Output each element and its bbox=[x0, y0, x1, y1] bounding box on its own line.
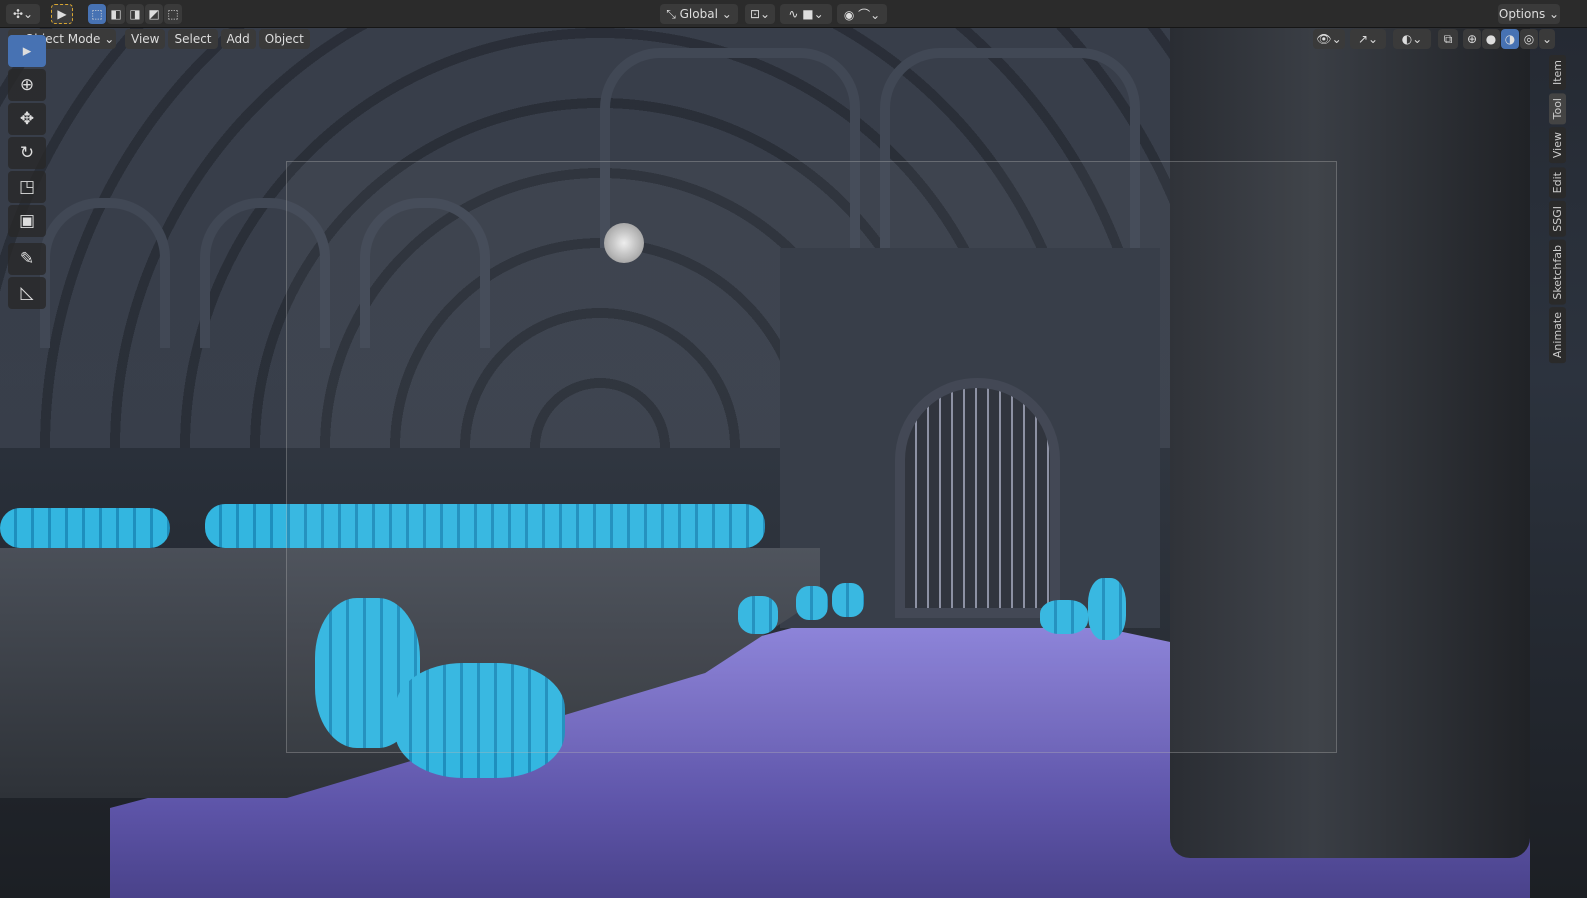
camera-frame bbox=[286, 161, 1337, 753]
gizmo-toggle-icon[interactable]: ↗⌄ bbox=[1350, 29, 1386, 49]
tool-shelf: ▸ ⊕ ✥ ↻ ◳ ▣ ✎ ◺ bbox=[8, 35, 48, 311]
tab-item[interactable]: Item bbox=[1549, 55, 1566, 91]
transform-tool[interactable]: ▣ bbox=[8, 205, 46, 237]
solid-shading-icon[interactable]: ● bbox=[1482, 29, 1500, 49]
scene-barrel-row bbox=[0, 508, 170, 548]
pivot-point-dropdown[interactable]: ⊡⌄ bbox=[745, 4, 775, 24]
proportional-editing-toggle[interactable]: ◉ ⌒⌄ bbox=[837, 4, 887, 24]
cursor-tool[interactable]: ⊕ bbox=[8, 69, 46, 101]
select-box-tool[interactable]: ▸ bbox=[8, 35, 46, 67]
scene-arch bbox=[40, 198, 170, 348]
mode-subtract-selection-icon[interactable]: ◨ bbox=[126, 4, 144, 24]
rotate-tool[interactable]: ↻ bbox=[8, 137, 46, 169]
menu-select[interactable]: Select bbox=[168, 29, 218, 49]
rendered-shading-icon[interactable]: ◎ bbox=[1520, 29, 1538, 49]
tab-ssgi[interactable]: SSGI bbox=[1549, 200, 1566, 237]
options-dropdown[interactable]: Options ⌄ bbox=[1498, 4, 1560, 24]
tab-animate[interactable]: Animate bbox=[1549, 307, 1566, 364]
tab-view[interactable]: View bbox=[1549, 127, 1566, 164]
viewport-header: ▣ Object Mode ⌄ View Select Add Object bbox=[8, 29, 310, 49]
xray-toggle-icon[interactable]: ⧉ bbox=[1438, 29, 1458, 49]
tab-sketchfab[interactable]: Sketchfab bbox=[1549, 239, 1566, 305]
scale-tool[interactable]: ◳ bbox=[8, 171, 46, 203]
orientation-label: Global bbox=[679, 7, 718, 21]
material-shading-icon[interactable]: ◑ bbox=[1501, 29, 1519, 49]
overlays-toggle-icon[interactable]: ◐⌄ bbox=[1393, 29, 1431, 49]
sidebar-tabs: Item Tool View Edit SSGI Sketchfab Anima… bbox=[1549, 55, 1569, 366]
menu-view[interactable]: View bbox=[125, 29, 166, 49]
mode-intersect-selection-icon[interactable]: ⬚ bbox=[164, 4, 182, 24]
editor-type-button[interactable]: ✣⌄ bbox=[6, 4, 40, 24]
menu-object[interactable]: Object bbox=[258, 29, 310, 49]
measure-tool[interactable]: ◺ bbox=[8, 277, 46, 309]
tool-select-button[interactable]: ▶ bbox=[51, 4, 73, 24]
snap-toggle[interactable]: ∿ ■⌄ bbox=[780, 4, 832, 24]
3d-viewport[interactable] bbox=[0, 28, 1587, 898]
menu-add[interactable]: Add bbox=[220, 29, 256, 49]
mode-new-selection-icon[interactable]: ⬚ bbox=[88, 4, 106, 24]
shading-options-chevron-icon[interactable]: ⌄ bbox=[1539, 29, 1555, 49]
tab-edit[interactable]: Edit bbox=[1549, 166, 1566, 198]
wireframe-shading-icon[interactable]: ⊕ bbox=[1463, 29, 1481, 49]
orientation-icon: ⤡ bbox=[666, 6, 680, 21]
transform-orientation-dropdown[interactable]: ⤡ Global ⌄ bbox=[660, 4, 738, 24]
annotate-tool[interactable]: ✎ bbox=[8, 243, 46, 275]
tab-tool[interactable]: Tool bbox=[1549, 93, 1566, 125]
options-label: Options bbox=[1498, 7, 1546, 21]
mode-extend-selection-icon[interactable]: ◧ bbox=[107, 4, 125, 24]
mode-invert-selection-icon[interactable]: ◩ bbox=[145, 4, 163, 24]
visibility-icon[interactable]: 👁⌄ bbox=[1313, 29, 1345, 49]
top-header: ✣⌄ ▶ ⬚ ◧ ◨ ◩ ⬚ ⤡ Global ⌄ ⊡⌄ ∿ ■⌄ ◉ ⌒⌄ O… bbox=[0, 0, 1587, 28]
move-tool[interactable]: ✥ bbox=[8, 103, 46, 135]
